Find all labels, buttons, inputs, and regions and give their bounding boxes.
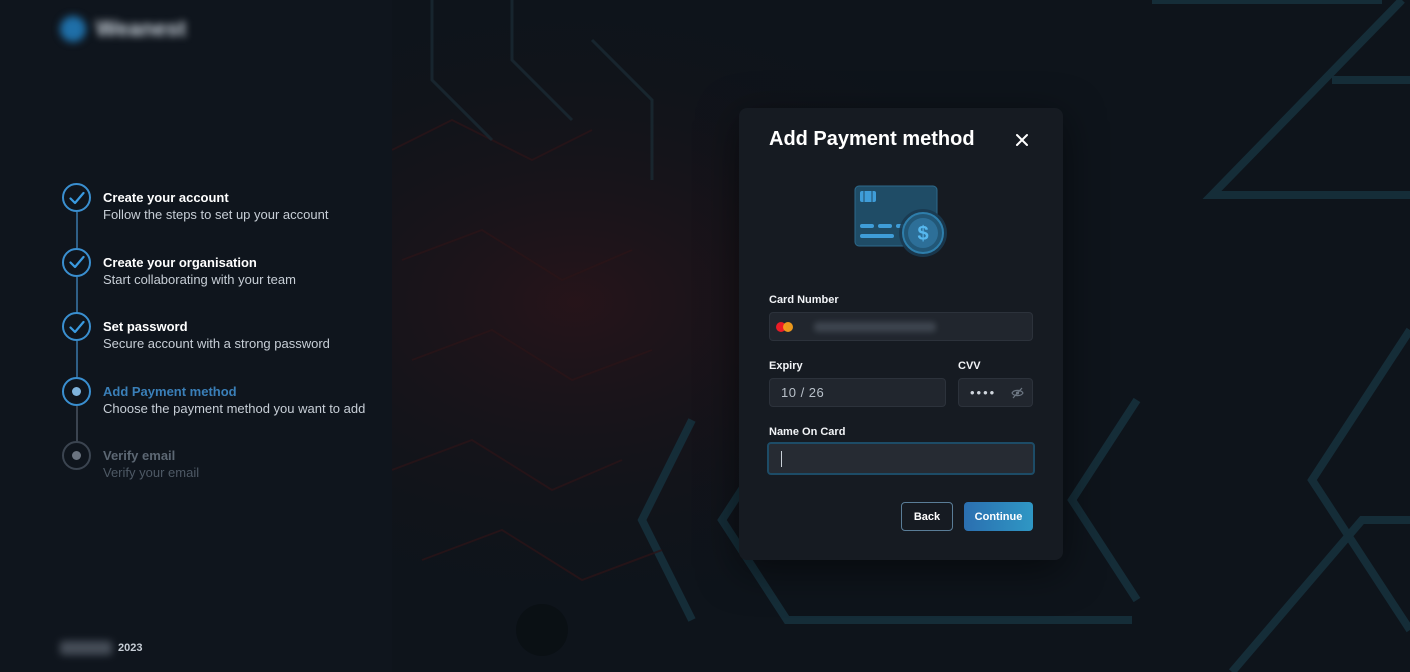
- footer: 2023: [60, 641, 142, 655]
- expiry-label: Expiry: [769, 360, 803, 372]
- logo-mark-icon: [60, 16, 86, 42]
- step-title: Create your account: [103, 190, 229, 205]
- cvv-label: CVV: [958, 360, 981, 372]
- step-subtitle: Choose the payment method you want to ad…: [103, 400, 366, 416]
- stepper: Create your account Follow the steps to …: [62, 183, 365, 506]
- modal-title: Add Payment method: [769, 128, 975, 150]
- step-create-organisation: Create your organisation Start collabora…: [62, 247, 365, 313]
- step-title: Add Payment method: [103, 383, 237, 399]
- step-connector: [75, 276, 78, 313]
- cvv-input[interactable]: ••••: [958, 378, 1033, 407]
- step-create-account: Create your account Follow the steps to …: [62, 183, 365, 248]
- cvv-value: ••••: [970, 385, 997, 400]
- step-subtitle: Start collaborating with your team: [103, 271, 296, 287]
- brand-name: Weanest: [96, 16, 187, 41]
- step-add-payment-method: Add Payment method Choose the payment me…: [62, 376, 366, 442]
- step-verify-email: Verify email Verify your email: [62, 441, 365, 506]
- current-step-dot-icon: [62, 376, 91, 406]
- upcoming-step-dot-icon: [62, 441, 91, 470]
- check-icon: [62, 312, 91, 341]
- brand-logo: Weanest: [60, 16, 186, 42]
- footer-brand-logo: [60, 641, 112, 655]
- close-icon[interactable]: [1012, 130, 1032, 150]
- masked-card-number: [814, 321, 936, 332]
- step-subtitle: Secure account with a strong password: [103, 336, 330, 351]
- step-subtitle: Follow the steps to set up your account: [103, 207, 329, 222]
- step-title: Create your organisation: [103, 254, 257, 270]
- step-connector: [75, 405, 78, 442]
- step-set-password: Set password Secure account with a stron…: [62, 312, 365, 377]
- expiry-input[interactable]: 10 / 26: [769, 378, 946, 407]
- card-number-label: Card Number: [769, 294, 839, 306]
- name-on-card-input[interactable]: [767, 442, 1035, 475]
- back-button[interactable]: Back: [901, 502, 953, 531]
- card-number-input[interactable]: [769, 312, 1033, 341]
- continue-button[interactable]: Continue: [964, 502, 1033, 531]
- check-icon: [62, 183, 91, 212]
- text-caret: [781, 450, 782, 467]
- eye-off-icon[interactable]: [1011, 387, 1024, 399]
- step-title: Set password: [103, 319, 188, 334]
- step-subtitle: Verify your email: [103, 465, 200, 480]
- step-connector: [75, 341, 78, 377]
- credit-card-dollar-icon: $: [853, 183, 949, 259]
- mastercard-icon: [776, 321, 794, 333]
- expiry-value: 10 / 26: [781, 385, 825, 400]
- name-on-card-label: Name On Card: [769, 426, 846, 438]
- onboarding-sidebar: Weanest Create your account Follow the s…: [0, 0, 392, 672]
- check-icon: [62, 247, 91, 277]
- step-title: Verify email: [103, 448, 176, 463]
- step-connector: [75, 212, 78, 248]
- add-payment-modal: Add Payment method $ Card Number Expiry …: [739, 108, 1063, 560]
- svg-text:$: $: [917, 223, 928, 245]
- footer-year: 2023: [118, 642, 143, 654]
